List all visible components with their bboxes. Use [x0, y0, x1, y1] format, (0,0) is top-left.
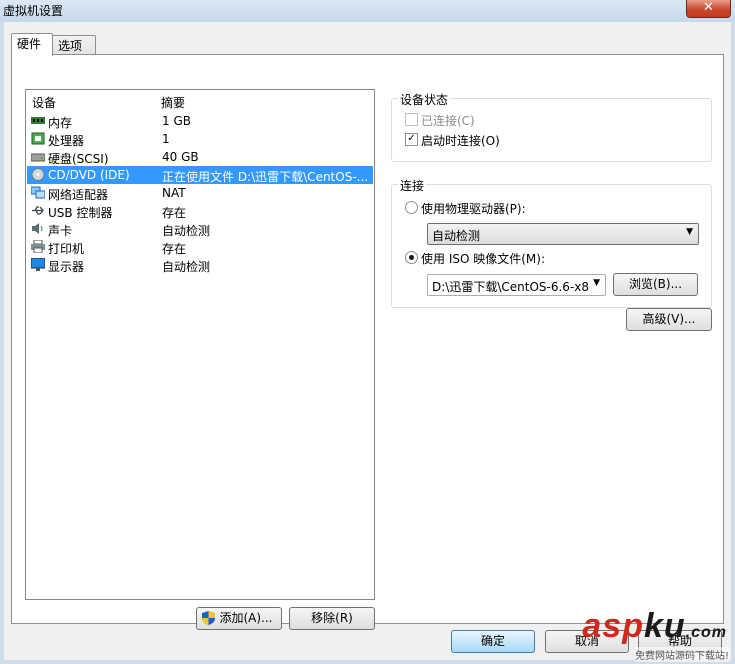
add-button-label: 添加(A)... — [219, 611, 273, 625]
device-summary: 自动检测 — [162, 224, 211, 238]
add-button[interactable]: 添加(A)... — [196, 607, 282, 630]
remove-button-label: 移除(R) — [311, 611, 353, 625]
memory-icon — [31, 117, 45, 124]
iso-path-combo[interactable]: D:\迅雷下载\CentOS-6.6-x86 ▼ — [427, 274, 606, 296]
device-summary: 1 — [162, 132, 170, 146]
device-name: 处理器 — [48, 134, 85, 148]
device-status-group: 设备状态 已连接(C) ✓ 启动时连接(O) — [391, 91, 712, 162]
connected-checkbox[interactable] — [405, 113, 418, 126]
chevron-down-icon: ▼ — [686, 227, 693, 237]
cd-dvd-icon — [31, 168, 45, 181]
device-name: 显示器 — [48, 260, 85, 274]
device-summary: 存在 — [162, 206, 187, 220]
iso-path-value: D:\迅雷下载\CentOS-6.6-x86 — [432, 280, 590, 294]
checkmark-icon: ✓ — [407, 133, 416, 144]
browse-button-label: 浏览(B)... — [628, 277, 683, 291]
browse-button[interactable]: 浏览(B)... — [613, 273, 698, 296]
device-name: 网络适配器 — [48, 188, 109, 202]
device-list[interactable]: 设备 摘要 内存 1 GB 处理器 1 硬盘(SCSI) 40 GB CD/DV… — [25, 89, 375, 600]
iso-image-label: 使用 ISO 映像文件(M): — [421, 252, 545, 266]
dialog-client: 硬件 选项 设备 摘要 内存 1 GB 处理器 1 硬盘(SCSI) 40 GB… — [4, 22, 731, 660]
device-status-title: 设备状态 — [398, 91, 451, 108]
close-button[interactable]: ✕ — [686, 0, 731, 18]
device-row-cd-dvd[interactable]: CD/DVD (IDE) 正在使用文件 D:\迅雷下载\CentOS-... — [27, 166, 373, 184]
hardware-panel: 设备 摘要 内存 1 GB 处理器 1 硬盘(SCSI) 40 GB CD/DV… — [11, 54, 724, 630]
device-row-display[interactable]: 显示器 自动检测 — [27, 256, 373, 274]
display-icon — [31, 258, 45, 271]
tab-hardware[interactable]: 硬件 — [11, 33, 53, 56]
list-header: 设备 摘要 — [26, 90, 374, 110]
window-title: 虚拟机设置 — [3, 4, 64, 18]
device-summary: 40 GB — [162, 150, 199, 164]
device-name: 打印机 — [48, 242, 85, 256]
connection-group: 连接 使用物理驱动器(P): 自动检测 ▼ 使用 ISO 映像文件(M): D:… — [391, 177, 712, 308]
device-name: 内存 — [48, 116, 73, 130]
shield-icon — [202, 611, 215, 625]
device-row-processor[interactable]: 处理器 1 — [27, 130, 373, 148]
device-summary: 自动检测 — [162, 260, 211, 274]
advanced-button-label: 高级(V)... — [642, 312, 696, 326]
title-bar[interactable]: 虚拟机设置 ✕ — [0, 0, 735, 22]
physical-drive-value: 自动检测 — [432, 229, 481, 243]
watermark-subtitle: 免费网站源码下载站! — [634, 647, 729, 662]
physical-drive-select[interactable]: 自动检测 ▼ — [427, 223, 699, 245]
device-row-sound-card[interactable]: 声卡 自动检测 — [27, 220, 373, 238]
physical-drive-radio[interactable] — [405, 201, 418, 214]
printer-icon — [31, 240, 45, 253]
iso-image-radio[interactable] — [405, 251, 418, 264]
tab-hardware-label: 硬件 — [17, 37, 42, 51]
watermark-com: .com — [685, 624, 727, 641]
usb-icon — [32, 206, 44, 215]
sound-card-icon — [32, 223, 43, 234]
connect-at-power-on-checkbox[interactable]: ✓ — [405, 133, 418, 146]
watermark-asp: asp — [582, 607, 644, 645]
ok-button[interactable]: 确定 — [451, 630, 535, 653]
device-name: USB 控制器 — [48, 206, 113, 220]
tab-options[interactable]: 选项 — [52, 35, 96, 55]
device-row-hard-disk[interactable]: 硬盘(SCSI) 40 GB — [27, 148, 373, 166]
device-summary: NAT — [162, 186, 186, 200]
watermark-logo: aspku.com — [582, 607, 727, 646]
connect-at-power-on-label: 启动时连接(O) — [421, 134, 500, 148]
device-name: 硬盘(SCSI) — [48, 152, 109, 166]
network-adapter-icon — [31, 186, 45, 199]
processor-icon — [31, 132, 45, 145]
device-name: CD/DVD (IDE) — [48, 168, 130, 182]
physical-drive-label: 使用物理驱动器(P): — [421, 202, 526, 216]
column-device[interactable]: 设备 — [32, 94, 56, 111]
chevron-down-icon: ▼ — [593, 278, 600, 288]
advanced-button[interactable]: 高级(V)... — [626, 308, 712, 331]
hard-disk-icon — [31, 153, 45, 162]
watermark-ku: ku — [643, 607, 686, 645]
tab-options-label: 选项 — [58, 39, 83, 53]
connected-label: 已连接(C) — [421, 114, 475, 128]
device-summary: 正在使用文件 D:\迅雷下载\CentOS-... — [162, 170, 369, 184]
device-name: 声卡 — [48, 224, 73, 238]
remove-button[interactable]: 移除(R) — [289, 607, 375, 630]
device-row-usb[interactable]: USB 控制器 存在 — [27, 202, 373, 220]
radio-dot-icon — [409, 255, 414, 260]
device-row-memory[interactable]: 内存 1 GB — [27, 112, 373, 130]
ok-button-label: 确定 — [480, 634, 505, 648]
device-summary: 存在 — [162, 242, 187, 256]
device-summary: 1 GB — [162, 114, 191, 128]
device-row-printer[interactable]: 打印机 存在 — [27, 238, 373, 256]
column-summary[interactable]: 摘要 — [161, 94, 185, 111]
close-icon: ✕ — [703, 0, 714, 15]
device-row-network[interactable]: 网络适配器 NAT — [27, 184, 373, 202]
connection-title: 连接 — [398, 177, 427, 194]
